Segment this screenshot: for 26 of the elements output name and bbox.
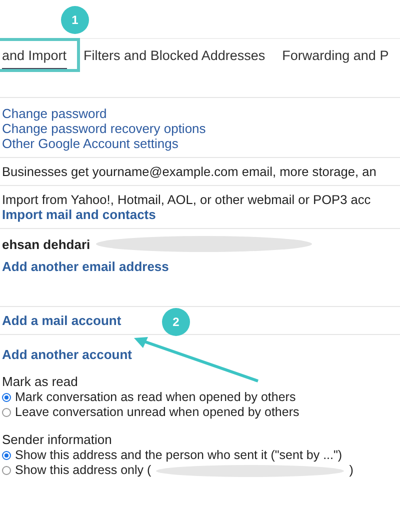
radio-button[interactable] xyxy=(2,408,11,417)
radio-button[interactable] xyxy=(2,466,11,475)
account-link[interactable]: Other Google Account settings xyxy=(2,136,178,151)
settings-tab[interactable]: Forwarding and P xyxy=(282,47,389,72)
settings-tab[interactable]: and Import xyxy=(2,47,67,70)
settings-tab[interactable]: Filters and Blocked Addresses xyxy=(84,47,266,72)
radio-button[interactable] xyxy=(2,451,11,460)
import-text: Import from Yahoo!, Hotmail, AOL, or other webmail or POP3 acc xyxy=(2,192,371,207)
option-label: ) xyxy=(349,463,354,478)
add-account-link[interactable]: Add another account xyxy=(2,347,132,362)
setting-title: Mark as read xyxy=(2,374,78,390)
step-badge: 1 xyxy=(61,6,89,34)
sender-name: ehsan dehdari xyxy=(2,236,90,252)
add-email-link[interactable]: Add another email address xyxy=(2,259,169,274)
radio-button[interactable] xyxy=(2,393,11,402)
account-link[interactable]: Change password xyxy=(2,106,107,121)
option-label: Show this address and the person who sent it ("sent by ...") xyxy=(15,448,342,463)
option-label: Show this address only ( xyxy=(15,463,152,478)
step-badge: 2 xyxy=(162,308,190,336)
add-mail-account-link[interactable]: Add a mail account xyxy=(2,313,122,328)
option-label: Leave conversation unread when opened by others xyxy=(15,405,300,420)
account-link[interactable]: Change password recovery options xyxy=(2,121,206,136)
option-label: Mark conversation as read when opened by others xyxy=(15,390,296,405)
import-link[interactable]: Import mail and contacts xyxy=(2,207,156,222)
business-text: Businesses get yourname@example.com email, more storage, an xyxy=(2,164,376,179)
setting-title: Sender information xyxy=(2,432,112,448)
